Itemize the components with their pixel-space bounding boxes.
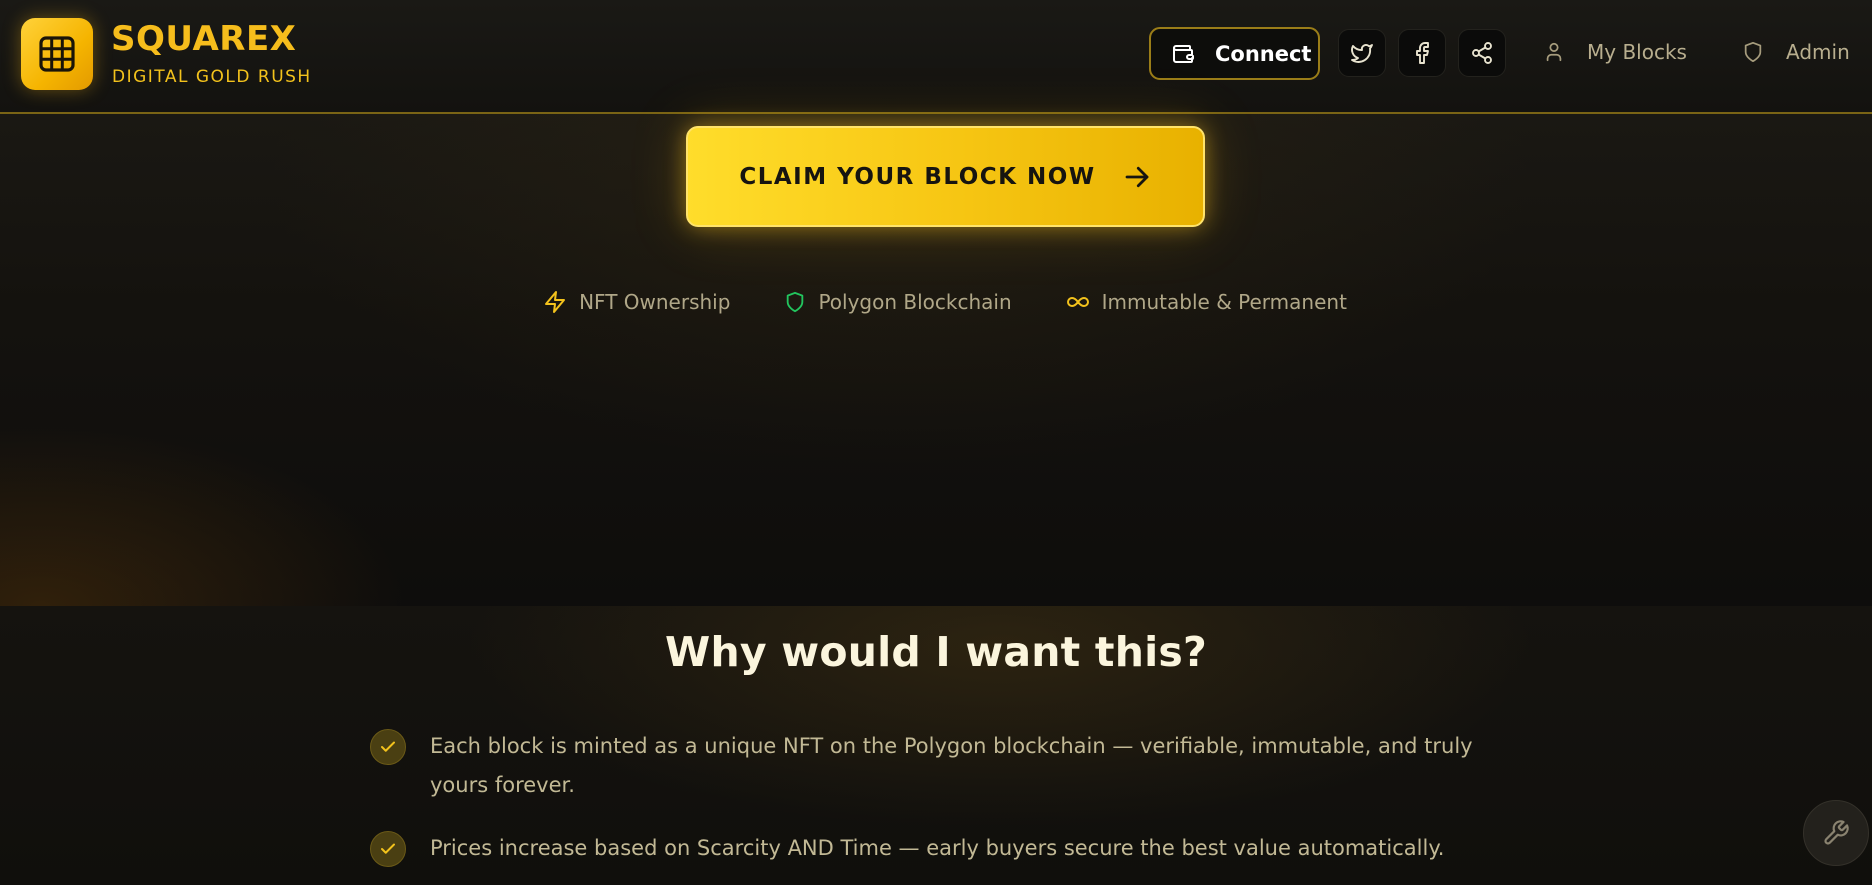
share-button[interactable] (1458, 29, 1506, 77)
hero-section: CLAIM YOUR BLOCK NOW NFT Ownership Polyg… (0, 114, 1872, 606)
claim-block-button[interactable]: CLAIM YOUR BLOCK NOW (686, 126, 1205, 227)
feature-label: NFT Ownership (579, 290, 731, 314)
brand-subtitle: DIGITAL GOLD RUSH (112, 67, 312, 87)
section-title: Why would I want this? (665, 628, 1207, 676)
check-icon (370, 729, 406, 765)
arrow-right-icon (1122, 162, 1152, 192)
nav-my-blocks[interactable]: My Blocks (1543, 40, 1687, 64)
feature-nft-ownership: NFT Ownership (525, 290, 730, 314)
check-icon (370, 831, 406, 867)
benefit-item: Prices increase based on Scarcity AND Ti… (370, 829, 1520, 868)
claim-block-label: CLAIM YOUR BLOCK NOW (739, 163, 1096, 190)
connect-wallet-button[interactable]: Connect (1149, 27, 1320, 80)
user-icon (1543, 41, 1565, 63)
grid-icon (39, 36, 75, 72)
feature-list: NFT Ownership Polygon Blockchain Immutab… (0, 290, 1872, 314)
feature-polygon-blockchain: Polygon Blockchain (766, 290, 1012, 314)
logo[interactable] (21, 18, 93, 90)
feature-label: Immutable & Permanent (1101, 290, 1347, 314)
lightning-icon (543, 290, 567, 314)
facebook-button[interactable] (1398, 29, 1446, 77)
share-icon (1470, 41, 1494, 65)
infinity-icon (1066, 290, 1090, 314)
shield-icon (784, 290, 806, 314)
feature-label: Polygon Blockchain (818, 290, 1012, 314)
dev-tools-button[interactable] (1803, 800, 1869, 866)
facebook-icon (1410, 41, 1434, 65)
benefit-text: Each block is minted as a unique NFT on … (430, 734, 1473, 797)
why-section: Why would I want this? Each block is min… (0, 606, 1872, 885)
wallet-icon (1171, 42, 1195, 66)
shield-icon (1742, 41, 1764, 63)
brand-title: SQUAREX (111, 19, 297, 59)
benefit-item: Each block is minted as a unique NFT on … (370, 727, 1520, 805)
twitter-icon (1350, 41, 1374, 65)
wrench-icon (1822, 819, 1850, 847)
benefit-text: Prices increase based on Scarcity AND Ti… (430, 836, 1445, 860)
feature-immutable-permanent: Immutable & Permanent (1048, 290, 1347, 314)
connect-label: Connect (1215, 41, 1312, 66)
twitter-button[interactable] (1338, 29, 1386, 77)
nav-admin-label: Admin (1786, 40, 1850, 64)
nav-admin[interactable]: Admin (1742, 40, 1850, 64)
top-navbar: SQUAREX DIGITAL GOLD RUSH Connect My Blo… (0, 0, 1872, 114)
nav-my-blocks-label: My Blocks (1587, 40, 1687, 64)
